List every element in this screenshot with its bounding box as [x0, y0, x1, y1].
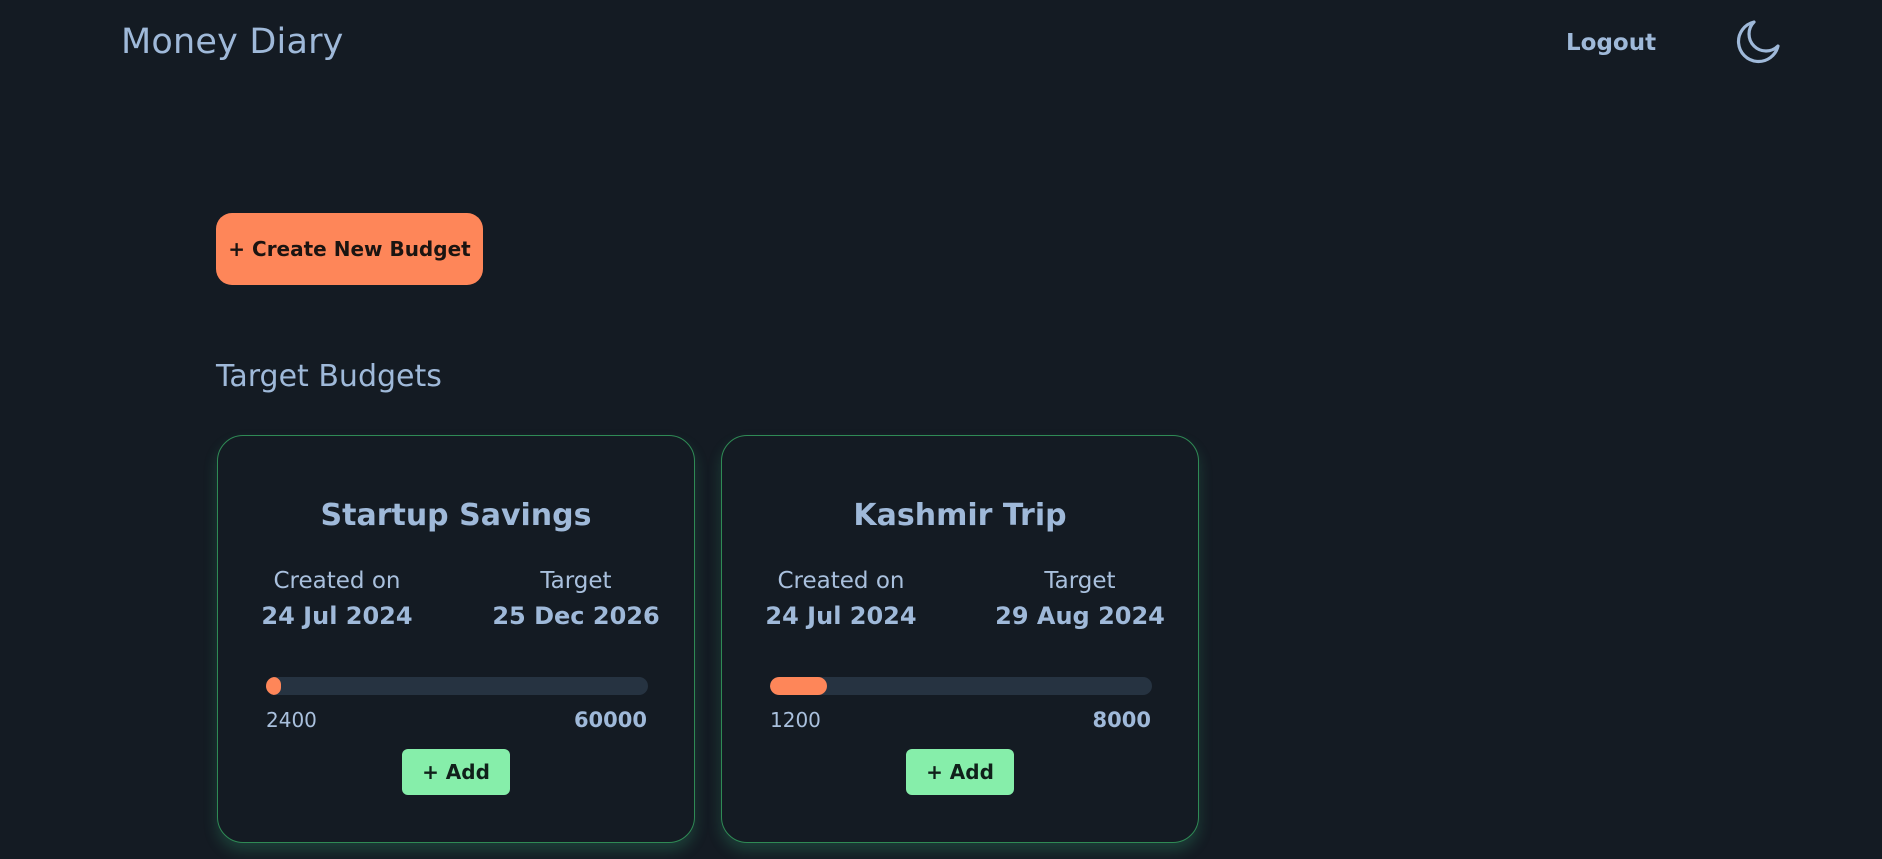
progress-fill [770, 677, 828, 695]
created-info: Created on 24 Jul 2024 [237, 566, 437, 631]
theme-toggle-button[interactable] [1734, 16, 1784, 66]
created-info: Created on 24 Jul 2024 [741, 566, 941, 631]
current-amount: 2400 [266, 708, 317, 732]
budget-name: Kashmir Trip [853, 498, 1067, 533]
add-funds-button[interactable]: + Add [402, 749, 510, 795]
created-date: 24 Jul 2024 [765, 602, 917, 630]
progress-bar [770, 677, 1152, 695]
progress-fill [266, 677, 282, 695]
created-label: Created on [273, 568, 401, 594]
target-label: Target [540, 568, 612, 594]
progress-bar [266, 677, 648, 695]
target-date: 25 Dec 2026 [492, 602, 660, 630]
target-date: 29 Aug 2024 [995, 602, 1165, 630]
budget-name: Startup Savings [320, 498, 592, 533]
add-funds-button[interactable]: + Add [906, 749, 1014, 795]
budget-card: Kashmir Trip Created on 24 Jul 2024 Targ… [721, 435, 1199, 843]
created-label: Created on [777, 568, 905, 594]
target-info: Target 29 Aug 2024 [980, 566, 1180, 631]
navbar: Money Diary Logout [0, 0, 1882, 92]
section-title: Target Budgets [216, 359, 442, 394]
budget-card: Startup Savings Created on 24 Jul 2024 T… [217, 435, 695, 843]
created-date: 24 Jul 2024 [261, 602, 413, 630]
target-info: Target 25 Dec 2026 [476, 566, 676, 631]
create-new-budget-button[interactable]: + Create New Budget [216, 213, 483, 285]
moon-icon [1736, 20, 1780, 64]
current-amount: 1200 [770, 708, 821, 732]
target-label: Target [1044, 568, 1116, 594]
logout-link[interactable]: Logout [1566, 30, 1656, 56]
target-amount: 60000 [573, 708, 647, 732]
app-title[interactable]: Money Diary [121, 22, 344, 62]
target-amount: 8000 [1092, 708, 1151, 732]
